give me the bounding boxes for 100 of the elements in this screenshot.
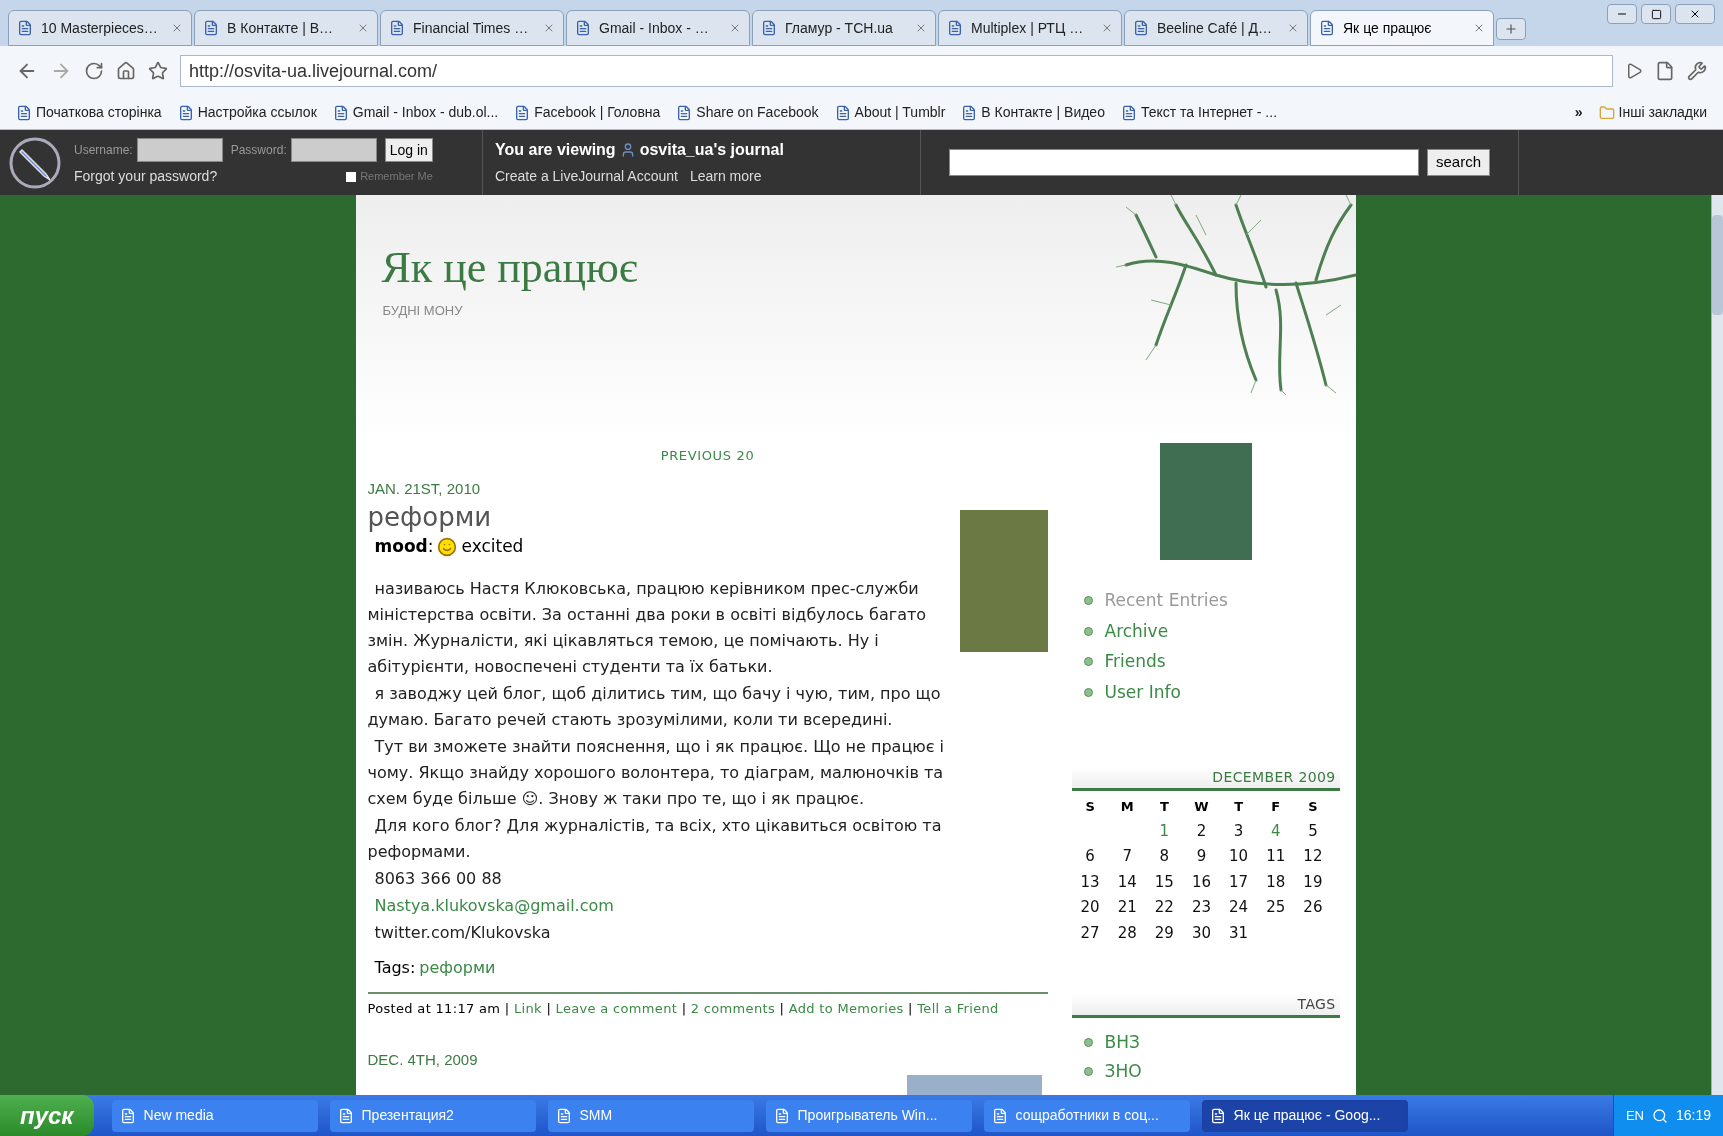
calendar-day: 28 bbox=[1108, 921, 1146, 944]
calendar-day: 27 bbox=[1071, 921, 1109, 944]
close-icon[interactable] bbox=[171, 22, 183, 34]
new-tab-button[interactable] bbox=[1496, 18, 1526, 40]
smiley-icon bbox=[437, 536, 458, 557]
bookmark[interactable]: Початкова сторінка bbox=[16, 102, 162, 123]
previous-link[interactable]: PREVIOUS 20 bbox=[660, 443, 755, 466]
browser-tab[interactable]: Multiplex | РТЦ … bbox=[938, 10, 1122, 46]
post-action-link[interactable]: Leave a comment bbox=[555, 1000, 678, 1016]
document-icon bbox=[555, 1107, 572, 1124]
pencil-logo-icon bbox=[8, 135, 62, 190]
taskbar-button[interactable]: сощработники в соц... bbox=[983, 1099, 1190, 1132]
username-field[interactable] bbox=[136, 138, 223, 162]
browser-tab[interactable]: Як це працює bbox=[1310, 10, 1494, 46]
address-bar[interactable]: http://osvita-ua.livejournal.com/ bbox=[180, 55, 1613, 87]
bookmark[interactable]: Share on Facebook bbox=[676, 102, 819, 123]
calendar-day: 30 bbox=[1182, 921, 1221, 944]
calendar-day[interactable]: 4 bbox=[1257, 819, 1295, 842]
bookmark[interactable]: Facebook | Головна bbox=[514, 102, 661, 123]
separator: | bbox=[908, 1000, 913, 1016]
calendar-day[interactable]: 1 bbox=[1145, 819, 1183, 842]
browser-tab[interactable]: Gmail - Inbox - … bbox=[566, 10, 750, 46]
mood-label: mood: bbox=[374, 535, 434, 558]
post-action-link[interactable]: 2 comments bbox=[690, 1000, 775, 1016]
reload-icon[interactable] bbox=[84, 61, 104, 81]
go-icon[interactable] bbox=[1625, 62, 1643, 80]
tag-link[interactable]: ВНЗ bbox=[1104, 1030, 1140, 1056]
bullet-icon bbox=[1083, 1066, 1093, 1076]
browser-tab[interactable]: Financial Times … bbox=[380, 10, 564, 46]
learn-more-link[interactable]: Learn more bbox=[689, 166, 762, 187]
sidebar-nav-link[interactable]: User Info bbox=[1104, 679, 1181, 705]
bookmark-label: Інші закладки bbox=[1618, 103, 1707, 122]
browser-tab[interactable]: Гламур - ТСН.ua bbox=[752, 10, 936, 46]
separator: | bbox=[779, 1000, 785, 1016]
close-icon[interactable] bbox=[729, 22, 741, 34]
taskbar-button[interactable]: Презентация2 bbox=[329, 1099, 536, 1132]
remember-label: Remember Me bbox=[360, 169, 433, 185]
bookmark[interactable]: Настройка ссылок bbox=[177, 102, 317, 123]
post-date: JAN. 21ST, 2010 bbox=[367, 478, 482, 499]
calendar-day: 25 bbox=[1257, 896, 1295, 919]
close-icon[interactable] bbox=[543, 22, 555, 34]
weekday-label: F bbox=[1270, 798, 1282, 816]
document-icon bbox=[119, 1107, 136, 1124]
search-field[interactable] bbox=[949, 149, 1419, 176]
calendar-day: 6 bbox=[1071, 845, 1109, 868]
taskbar-button[interactable]: SMM bbox=[547, 1099, 754, 1132]
calendar-day: 31 bbox=[1220, 921, 1258, 944]
remember-checkbox[interactable] bbox=[346, 171, 357, 182]
calendar-day: 11 bbox=[1257, 845, 1295, 868]
tags-label: Tags: bbox=[374, 956, 416, 979]
close-icon[interactable] bbox=[915, 22, 927, 34]
login-button[interactable]: Log in bbox=[384, 138, 433, 162]
page-menu-icon[interactable] bbox=[1655, 61, 1675, 81]
create-account-link[interactable]: Create a LiveJournal Account bbox=[495, 166, 678, 187]
page-icon bbox=[947, 20, 963, 36]
tray-icon[interactable] bbox=[1651, 1107, 1668, 1124]
bookmark[interactable]: В Контакте | Видео bbox=[961, 102, 1105, 123]
password-field[interactable] bbox=[290, 138, 377, 162]
close-icon[interactable] bbox=[1287, 22, 1299, 34]
taskbar-button[interactable]: New media bbox=[111, 1099, 318, 1132]
forgot-password-link[interactable]: Forgot your password? bbox=[74, 166, 218, 187]
tag-link[interactable]: ЗНО bbox=[1104, 1058, 1142, 1084]
close-icon[interactable] bbox=[1473, 22, 1485, 34]
other-bookmarks[interactable]: Інші закладки bbox=[1598, 102, 1707, 123]
bullet-icon bbox=[1083, 596, 1093, 606]
journal-name[interactable]: osvita_ua's journal bbox=[639, 138, 784, 162]
password-label: Password: bbox=[230, 142, 287, 159]
post-action-link[interactable]: Link bbox=[514, 1000, 542, 1016]
star-icon[interactable] bbox=[148, 61, 168, 81]
separator: | bbox=[504, 1000, 510, 1016]
post-action-link[interactable]: Add to Memories bbox=[788, 1000, 904, 1016]
home-icon[interactable] bbox=[116, 61, 136, 81]
tag-link[interactable]: реформи bbox=[419, 955, 496, 980]
more-bookmarks[interactable]: » bbox=[1574, 102, 1583, 123]
taskbar-button[interactable]: Як це працює - Goog... bbox=[1201, 1099, 1408, 1132]
bookmark[interactable]: Gmail - Inbox - dub.ol... bbox=[332, 102, 499, 123]
taskbar-button[interactable]: Проигрыватель Win... bbox=[765, 1099, 972, 1132]
bullet-icon bbox=[1083, 626, 1093, 636]
post-action-link[interactable]: Tell a Friend bbox=[917, 1000, 999, 1016]
wrench-icon[interactable] bbox=[1687, 61, 1707, 81]
calendar-day: 12 bbox=[1294, 845, 1332, 868]
sidebar-nav-link[interactable]: Archive bbox=[1104, 618, 1169, 644]
page-icon bbox=[177, 104, 194, 121]
maximize-button[interactable] bbox=[1641, 4, 1671, 24]
close-icon[interactable] bbox=[357, 22, 369, 34]
start-button[interactable]: пуск bbox=[0, 1095, 94, 1136]
scrollbar[interactable] bbox=[1711, 195, 1723, 1095]
calendar-day: 24 bbox=[1220, 896, 1258, 919]
close-icon[interactable] bbox=[1101, 22, 1113, 34]
browser-tab[interactable]: 10 Masterpieces… bbox=[8, 10, 192, 46]
browser-tab[interactable]: В Контакте | В… bbox=[194, 10, 378, 46]
bookmark[interactable]: Текст та Інтернет - ... bbox=[1120, 102, 1278, 123]
email-link[interactable]: Nastya.klukovska@gmail.com bbox=[367, 892, 614, 919]
sidebar-nav-link[interactable]: Friends bbox=[1104, 649, 1166, 675]
browser-tab[interactable]: Beeline Café | Д… bbox=[1124, 10, 1308, 46]
search-button[interactable]: search bbox=[1426, 149, 1490, 176]
calendar-day: 13 bbox=[1071, 870, 1109, 893]
bookmark[interactable]: About | Tumblr bbox=[834, 102, 946, 123]
tab-title: Гламур - ТСН.ua bbox=[785, 18, 894, 38]
calendar-day: 10 bbox=[1220, 845, 1258, 868]
